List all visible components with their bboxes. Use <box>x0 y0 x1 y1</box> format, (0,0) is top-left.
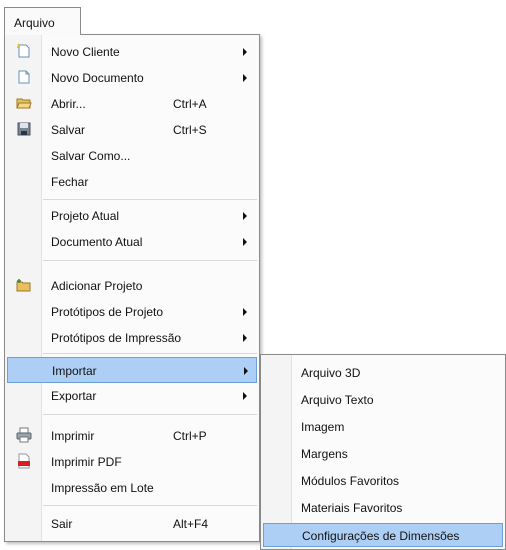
shortcut-label: Ctrl+S <box>173 123 207 137</box>
submenu-arrow-icon <box>243 334 247 342</box>
menu-item-label: Salvar <box>51 123 86 137</box>
menu-separator <box>43 260 257 261</box>
menu-separator <box>43 199 257 200</box>
menu-item-adicionar-projeto[interactable]: Adicionar Projeto <box>7 273 257 299</box>
shortcut-label: Ctrl+A <box>173 97 207 111</box>
printer-icon <box>16 427 32 443</box>
shortcut-label: Ctrl+P <box>173 429 207 443</box>
submenu-item-configuracoes-dimensoes[interactable]: Configurações de Dimensões <box>263 523 503 547</box>
menu-item-prototipos-impressao[interactable]: Protótipos de Impressão <box>7 325 257 351</box>
menu-item-label: Novo Documento <box>51 71 144 85</box>
submenu-item-arquivo-texto[interactable]: Arquivo Texto <box>263 388 503 412</box>
menu-item-label: Imprimir PDF <box>51 455 122 469</box>
submenu-item-label: Configurações de Dimensões <box>302 529 460 543</box>
add-project-icon <box>16 277 32 293</box>
new-client-icon <box>16 43 32 59</box>
menu-separator <box>43 414 257 415</box>
menu-arquivo-button[interactable]: Arquivo <box>4 7 81 35</box>
menu-item-label: Exportar <box>51 389 97 403</box>
menu-item-projeto-atual[interactable]: Projeto Atual <box>7 203 257 229</box>
menu-item-impressao-lote[interactable]: Impressão em Lote <box>7 475 257 501</box>
menu-item-label: Sair <box>51 517 73 531</box>
submenu-arrow-icon <box>243 48 247 56</box>
submenu-arrow-icon <box>243 74 247 82</box>
menu-item-sair[interactable]: Sair Alt+F4 <box>7 511 257 537</box>
menu-item-label: Impressão em Lote <box>51 481 154 495</box>
menu-item-label: Novo Cliente <box>51 45 120 59</box>
save-icon <box>16 121 32 137</box>
submenu-item-label: Arquivo 3D <box>301 366 361 380</box>
menu-item-exportar[interactable]: Exportar <box>7 383 257 409</box>
submenu-arrow-icon <box>243 308 247 316</box>
new-document-icon <box>16 69 32 85</box>
menu-item-imprimir-pdf[interactable]: Imprimir PDF <box>7 449 257 475</box>
importar-submenu: Arquivo 3D Arquivo Texto Imagem Margens … <box>260 354 506 550</box>
submenu-item-imagem[interactable]: Imagem <box>263 415 503 439</box>
submenu-item-label: Materiais Favoritos <box>301 501 403 515</box>
menu-arquivo-label: Arquivo <box>14 16 55 30</box>
menu-item-label: Projeto Atual <box>51 209 120 223</box>
menu-item-label: Fechar <box>51 175 89 189</box>
menu-item-label: Protótipos de Impressão <box>51 331 182 345</box>
submenu-arrow-icon <box>243 212 247 220</box>
submenu-item-label: Imagem <box>301 420 345 434</box>
submenu-arrow-icon <box>244 367 248 375</box>
menu-separator <box>43 353 257 354</box>
open-folder-icon <box>16 95 32 111</box>
menu-item-prototipos-projeto[interactable]: Protótipos de Projeto <box>7 299 257 325</box>
submenu-item-margens[interactable]: Margens <box>263 442 503 466</box>
menu-item-label: Abrir... <box>51 97 86 111</box>
menu-item-label: Protótipos de Projeto <box>51 305 164 319</box>
submenu-item-arquivo-3d[interactable]: Arquivo 3D <box>263 361 503 385</box>
menu-item-label: Salvar Como... <box>51 149 131 163</box>
submenu-item-label: Arquivo Texto <box>301 393 374 407</box>
menu-separator <box>43 505 257 506</box>
menu-item-label: Adicionar Projeto <box>51 279 143 293</box>
shortcut-label: Alt+F4 <box>173 517 209 531</box>
submenu-item-materiais-favoritos[interactable]: Materiais Favoritos <box>263 496 503 520</box>
submenu-arrow-icon <box>243 392 247 400</box>
menu-item-documento-atual[interactable]: Documento Atual <box>7 229 257 255</box>
submenu-item-modulos-favoritos[interactable]: Módulos Favoritos <box>263 469 503 493</box>
submenu-item-label: Módulos Favoritos <box>301 474 400 488</box>
menu-item-novo-documento[interactable]: Novo Documento <box>7 65 257 91</box>
submenu-arrow-icon <box>243 238 247 246</box>
menu-item-label: Importar <box>52 364 97 378</box>
menu-item-salvar[interactable]: Salvar Ctrl+S <box>7 117 257 143</box>
menu-item-imprimir[interactable]: Imprimir Ctrl+P <box>7 423 257 449</box>
menu-item-fechar[interactable]: Fechar <box>7 169 257 195</box>
menu-item-importar[interactable]: Importar <box>7 357 257 383</box>
menu-item-novo-cliente[interactable]: Novo Cliente <box>7 39 257 65</box>
menu-item-salvar-como[interactable]: Salvar Como... <box>7 143 257 169</box>
menu-item-label: Documento Atual <box>51 235 143 249</box>
file-menu: Novo Cliente Novo Documento Abrir... Ctr… <box>4 34 260 542</box>
menu-item-abrir[interactable]: Abrir... Ctrl+A <box>7 91 257 117</box>
pdf-icon <box>16 453 32 469</box>
submenu-item-label: Margens <box>301 447 348 461</box>
menu-item-label: Imprimir <box>51 429 95 443</box>
